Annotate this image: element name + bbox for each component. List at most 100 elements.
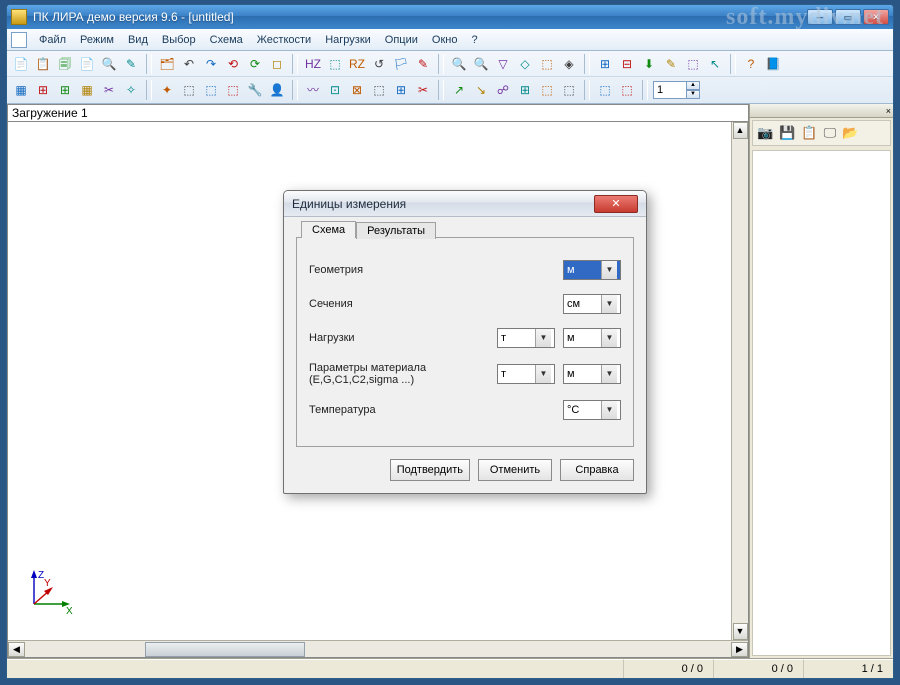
toolbar-button[interactable]: ↘	[471, 80, 491, 100]
toolbar-button[interactable]: 🔍	[449, 54, 469, 74]
side-tool-button[interactable]: 📋	[801, 125, 817, 141]
toolbar-button[interactable]: ⬚	[369, 80, 389, 100]
toolbar-button[interactable]: 📋	[33, 54, 53, 74]
dropdown-temperature-unit[interactable]: °C▼	[563, 400, 621, 420]
toolbar-button[interactable]: ↷	[201, 54, 221, 74]
toolbar-button[interactable]: ✎	[413, 54, 433, 74]
toolbar-button[interactable]: 🔍	[471, 54, 491, 74]
toolbar-button[interactable]: ⬚	[223, 80, 243, 100]
toolbar-button[interactable]: 🔧	[245, 80, 265, 100]
toolbar-button[interactable]: ◇	[515, 54, 535, 74]
tab-results[interactable]: Результаты	[356, 222, 436, 239]
menu-stiff[interactable]: Жесткости	[251, 32, 317, 48]
toolbar-button[interactable]: ▦	[11, 80, 31, 100]
side-tool-button[interactable]: 💾	[779, 125, 795, 141]
toolbar-button[interactable]: ⬚	[201, 80, 221, 100]
toolbar-button[interactable]: 👤	[267, 80, 287, 100]
toolbar-button[interactable]: 📘	[763, 54, 783, 74]
spin-field[interactable]	[653, 81, 687, 99]
toolbar-button[interactable]: ↖	[705, 54, 725, 74]
menu-loads[interactable]: Нагрузки	[319, 32, 377, 48]
toolbar-button[interactable]: 🏳	[391, 54, 411, 74]
dropdown-loads-length[interactable]: м▼	[563, 328, 621, 348]
dropdown-material-force[interactable]: т▼	[497, 364, 555, 384]
dialog-close-button[interactable]: ✕	[594, 195, 638, 213]
scroll-down-icon[interactable]: ▼	[733, 623, 748, 640]
toolbar-button[interactable]: ⬚	[683, 54, 703, 74]
toolbar-button[interactable]: 📄	[77, 54, 97, 74]
toolbar-button[interactable]: 〰	[303, 80, 323, 100]
toolbar-button[interactable]: ☍	[493, 80, 513, 100]
spin-up-icon[interactable]: ▲	[686, 81, 700, 90]
menu-file[interactable]: Файл	[33, 32, 72, 48]
dropdown-section-unit[interactable]: см▼	[563, 294, 621, 314]
menu-window[interactable]: Окно	[426, 32, 464, 48]
spin-input[interactable]: ▲▼	[653, 81, 700, 99]
toolbar-button[interactable]: 🗂	[157, 54, 177, 74]
toolbar-button[interactable]: RZ	[347, 54, 367, 74]
toolbar-button[interactable]: ⟲	[223, 54, 243, 74]
toolbar-button[interactable]: ▦	[77, 80, 97, 100]
menu-help[interactable]: ?	[465, 32, 483, 48]
toolbar-button[interactable]: ⊞	[595, 54, 615, 74]
dropdown-loads-force[interactable]: т▼	[497, 328, 555, 348]
side-tool-button[interactable]: 🖵	[824, 125, 837, 141]
toolbar-button[interactable]: 🔍	[99, 54, 119, 74]
vertical-scrollbar[interactable]: ▲ ▼	[731, 122, 748, 640]
maximize-button[interactable]: ▭	[835, 9, 861, 25]
help-button[interactable]: Справка	[560, 459, 634, 481]
toolbar-button[interactable]: 📄	[11, 54, 31, 74]
toolbar-button[interactable]: ⊠	[347, 80, 367, 100]
dropdown-material-length[interactable]: м▼	[563, 364, 621, 384]
toolbar-button[interactable]: ⬚	[537, 80, 557, 100]
toolbar-button[interactable]: 🗐	[55, 54, 75, 74]
toolbar-button[interactable]: ✦	[157, 80, 177, 100]
toolbar-button[interactable]: ↶	[179, 54, 199, 74]
toolbar-button[interactable]: ⊞	[33, 80, 53, 100]
dropdown-geometry-unit[interactable]: м▼	[563, 260, 621, 280]
tab-scheme[interactable]: Схема	[301, 221, 356, 238]
toolbar-button[interactable]: ⊞	[55, 80, 75, 100]
toolbar-button[interactable]: ⬚	[617, 80, 637, 100]
toolbar-button[interactable]: ✂	[413, 80, 433, 100]
toolbar-button[interactable]: ⬚	[559, 80, 579, 100]
toolbar-button[interactable]: ⊞	[515, 80, 535, 100]
toolbar-button[interactable]: ⬚	[179, 80, 199, 100]
scroll-thumb[interactable]	[145, 642, 305, 657]
toolbar-button[interactable]: ✂	[99, 80, 119, 100]
side-tool-button[interactable]: 📂	[842, 125, 858, 141]
minimize-button[interactable]: ─	[807, 9, 833, 25]
toolbar-button[interactable]: ✎	[661, 54, 681, 74]
toolbar-button[interactable]: ⬚	[595, 80, 615, 100]
toolbar-button[interactable]: ⬚	[325, 54, 345, 74]
side-panel-close-icon[interactable]: ×	[886, 106, 891, 116]
menu-view[interactable]: Вид	[122, 32, 154, 48]
toolbar-button[interactable]: ⟳	[245, 54, 265, 74]
toolbar-button[interactable]: ?	[741, 54, 761, 74]
toolbar-button[interactable]: ⬇	[639, 54, 659, 74]
menu-select[interactable]: Выбор	[156, 32, 202, 48]
side-tool-button[interactable]: 📷	[757, 125, 773, 141]
toolbar-button[interactable]: ⊞	[391, 80, 411, 100]
toolbar-button[interactable]: ⊟	[617, 54, 637, 74]
cancel-button[interactable]: Отменить	[478, 459, 552, 481]
toolbar-button[interactable]: ▽	[493, 54, 513, 74]
toolbar-button[interactable]: ◻	[267, 54, 287, 74]
menu-mode[interactable]: Режим	[74, 32, 120, 48]
scroll-up-icon[interactable]: ▲	[733, 122, 748, 139]
scroll-right-icon[interactable]: ▶	[731, 642, 748, 657]
toolbar-button[interactable]: ⊡	[325, 80, 345, 100]
toolbar-button[interactable]: ◈	[559, 54, 579, 74]
close-button[interactable]: ✕	[863, 9, 889, 25]
toolbar-button[interactable]: ↗	[449, 80, 469, 100]
toolbar-button[interactable]: ⬚	[537, 54, 557, 74]
menu-options[interactable]: Опции	[379, 32, 424, 48]
menu-scheme[interactable]: Схема	[204, 32, 249, 48]
toolbar-button[interactable]: ✎	[121, 54, 141, 74]
horizontal-scrollbar[interactable]: ◀ ▶	[8, 640, 748, 657]
toolbar-button[interactable]: ↺	[369, 54, 389, 74]
toolbar-button[interactable]: ✧	[121, 80, 141, 100]
scroll-left-icon[interactable]: ◀	[8, 642, 25, 657]
confirm-button[interactable]: Подтвердить	[390, 459, 470, 481]
spin-down-icon[interactable]: ▼	[686, 90, 700, 99]
